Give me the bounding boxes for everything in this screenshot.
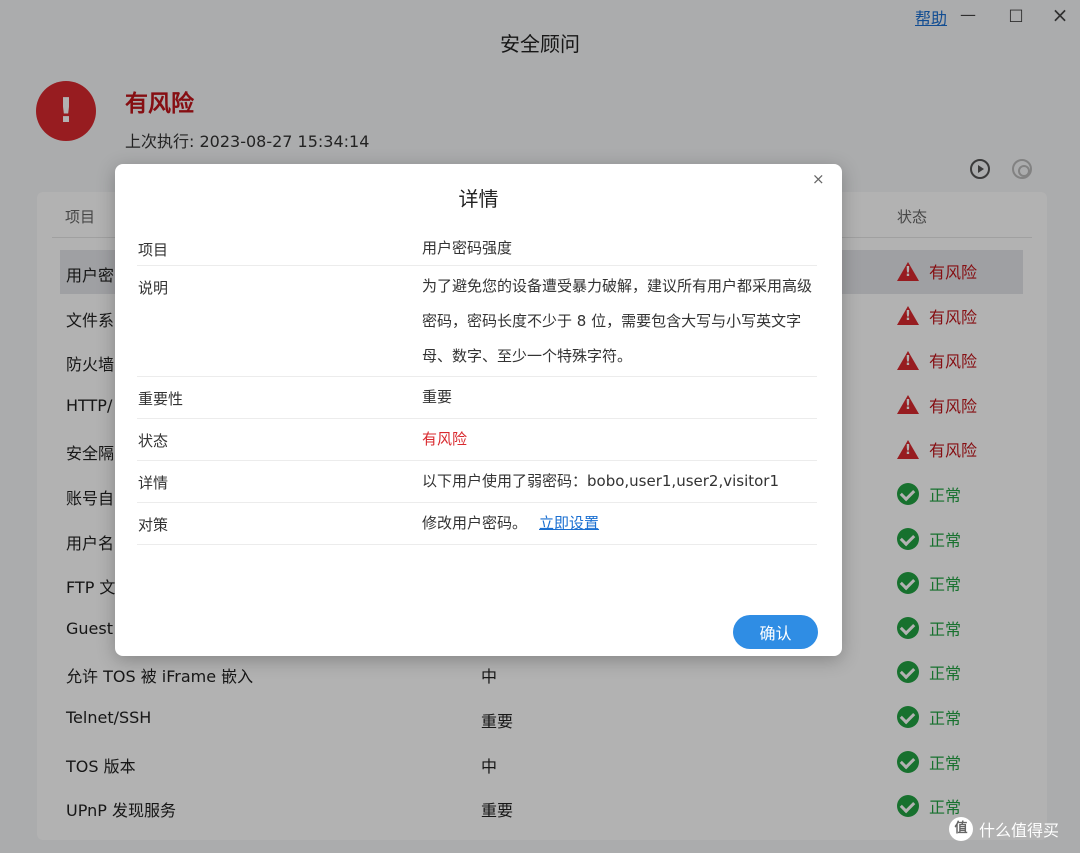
detail-row-importance: 重要性 重要 bbox=[137, 377, 817, 419]
detail-label: 状态 bbox=[138, 432, 169, 450]
set-now-link[interactable]: 立即设置 bbox=[539, 514, 599, 532]
detail-value: 用户密码强度 bbox=[422, 239, 513, 257]
dialog-close-icon[interactable]: × bbox=[812, 170, 825, 188]
detail-row-description: 说明 为了避免您的设备遭受暴力破解，建议所有用户都采用高级密码，密码长度不少于 … bbox=[137, 266, 817, 377]
detail-label: 详情 bbox=[138, 474, 169, 492]
detail-value: 修改用户密码。 立即设置 bbox=[422, 506, 820, 541]
detail-value: 为了避免您的设备遭受暴力破解，建议所有用户都采用高级密码，密码长度不少于 8 位… bbox=[422, 277, 813, 365]
watermark-text: 什么值得买 bbox=[979, 821, 1060, 840]
detail-label: 对策 bbox=[138, 516, 169, 534]
watermark-logo-icon: 值 bbox=[949, 817, 973, 841]
detail-row-detail: 详情 以下用户使用了弱密码：bobo,user1,user2,visitor1 bbox=[137, 461, 817, 503]
detail-value: 以下用户使用了弱密码：bobo,user1,user2,visitor1 bbox=[422, 472, 780, 490]
watermark: 值 什么值得买 bbox=[949, 817, 1059, 841]
detail-row-status: 状态 有风险 bbox=[137, 419, 817, 461]
action-text: 修改用户密码。 bbox=[422, 514, 528, 532]
confirm-button[interactable]: 确认 bbox=[733, 615, 818, 649]
detail-row-action: 对策 修改用户密码。 立即设置 bbox=[137, 503, 817, 545]
dialog-title: 详情 bbox=[458, 187, 499, 211]
detail-label: 说明 bbox=[138, 279, 169, 297]
detail-label: 重要性 bbox=[138, 390, 184, 408]
detail-status-value: 有风险 bbox=[422, 430, 468, 448]
details-dialog: 详情 × 项目 用户密码强度 说明 为了避免您的设备遭受暴力破解，建议所有用户都… bbox=[115, 164, 842, 656]
detail-label: 项目 bbox=[138, 241, 169, 259]
detail-value: 重要 bbox=[422, 388, 453, 406]
detail-row-item: 项目 用户密码强度 bbox=[137, 228, 817, 266]
